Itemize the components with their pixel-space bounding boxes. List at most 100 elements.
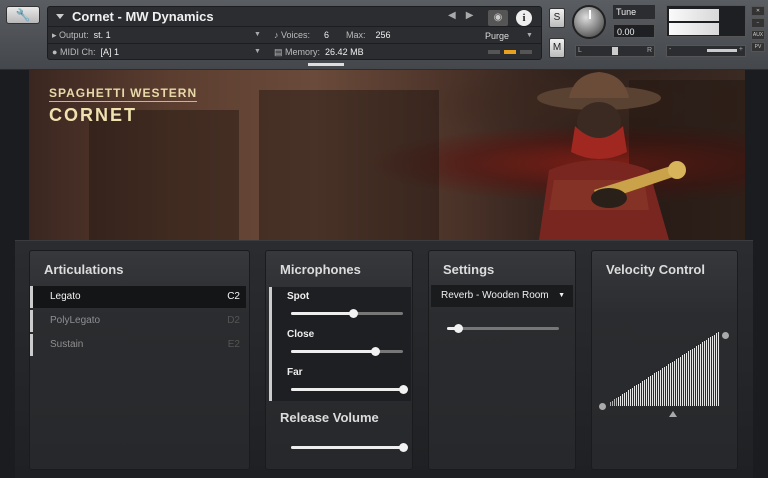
mute-button[interactable]: M [549,38,565,58]
output-value: st. 1 [93,30,111,40]
velocity-bar [612,401,613,406]
velocity-bar [618,397,619,406]
slider-thumb[interactable] [349,309,358,318]
slider-thumb[interactable] [399,443,408,452]
close-level-slider[interactable] [291,347,403,356]
velocity-bar [644,380,645,406]
velocity-bar-bg [618,336,619,406]
mic-label: Close [287,329,315,340]
memory-label: Memory: [285,47,321,57]
max-label: Max: [346,30,366,40]
vol-plus-label: + [738,46,743,53]
velocity-bar [652,375,653,406]
pv-tab[interactable]: PV [751,42,765,52]
velocity-bar-bg [614,336,615,406]
velocity-bar [662,368,663,406]
output-dropdown-arrow[interactable]: ▼ [254,31,261,38]
mic-row-edge [269,287,272,325]
velocity-bar-bg [616,336,617,406]
close-tab[interactable]: ✕ [751,6,765,16]
wrench-icon[interactable]: 🔧 [6,6,40,24]
articulation-item-polylegato[interactable]: PolyLegato D2 [30,310,246,332]
velocity-bar-bg [612,336,613,406]
velocity-midpoint-handle[interactable] [669,411,677,417]
purge-meter-3 [520,50,532,54]
velocity-bar [676,359,677,406]
articulation-item-legato[interactable]: Legato C2 [30,286,246,308]
pan-center-thumb[interactable] [612,47,618,55]
tune-value[interactable]: 0.00 [613,24,655,38]
cowboy-illustration [537,72,686,240]
velocity-bar [626,392,627,406]
velocity-bar [640,383,641,406]
camera-icon[interactable]: ◉ [488,10,508,26]
velocity-start-handle[interactable] [599,403,606,410]
velocity-title: Velocity Control [606,262,705,277]
articulation-label: Legato [50,291,81,302]
mic-row-spot: Spot [269,287,411,325]
velocity-bar [716,333,717,406]
spot-level-slider[interactable] [291,309,403,318]
slider-thumb[interactable] [371,347,380,356]
collapse-icon[interactable] [56,14,64,19]
velocity-bar [692,349,693,406]
tune-knob[interactable] [572,5,606,39]
slider-fill [291,350,375,353]
velocity-bar [648,377,649,406]
velocity-bar [714,335,715,406]
info-icon[interactable]: i [516,10,532,26]
velocity-bar [656,372,657,406]
max-value: 256 [375,30,391,40]
output-field[interactable]: ▸ Output: st. 1 [52,30,111,41]
solo-button[interactable]: S [549,8,565,28]
prev-next-arrows[interactable]: ◀▶ [448,10,483,21]
far-level-slider[interactable] [291,385,408,394]
slider-thumb[interactable] [399,385,408,394]
velocity-bar [702,342,703,406]
side-tabs: ✕ − AUX PV [751,6,765,54]
header-resize-handle[interactable] [308,63,344,66]
instrument-title[interactable]: Cornet - MW Dynamics [72,9,214,24]
articulation-item-sustain[interactable]: Sustain E2 [30,334,246,356]
reverb-value: Reverb - Wooden Room [441,290,549,301]
velocity-end-handle[interactable] [722,332,729,339]
aux-tab[interactable]: AUX [751,30,765,40]
reverb-amount-slider[interactable] [447,324,559,333]
velocity-bar [634,386,635,406]
slider-fill [291,446,403,449]
velocity-bar-bg [610,336,611,406]
max-voices-field[interactable]: Max: 256 [346,30,391,40]
collapse-tab[interactable]: − [751,18,765,28]
velocity-bar [678,358,679,406]
mic-row-edge [269,363,272,401]
velocity-bar [610,402,611,406]
volume-thumb[interactable] [707,49,737,52]
meter-right-bar [669,23,719,35]
mic-label: Far [287,367,303,378]
midi-dropdown-arrow[interactable]: ▼ [254,48,261,55]
midi-channel-field[interactable]: ● MIDI Ch: [A] 1 [52,47,119,57]
velocity-bar [630,389,631,406]
velocity-bar [688,351,689,406]
slider-fill [291,312,353,315]
velocity-curve-graph[interactable] [610,332,720,406]
velocity-bar [638,384,639,406]
reverb-dropdown[interactable]: Reverb - Wooden Room ▼ [431,285,573,307]
articulation-edge [30,334,33,356]
purge-dropdown-arrow[interactable]: ▼ [526,32,533,39]
purge-button[interactable]: Purge [485,31,509,41]
voices-label: Voices: [281,30,311,40]
memory-icon: ▤ [274,47,283,57]
volume-meter [666,5,746,37]
pan-slider[interactable]: L R [575,45,655,57]
purge-meter-1 [488,50,500,54]
articulations-panel: Articulations Legato C2 PolyLegato D2 Su… [29,250,250,470]
memory-field: ▤ Memory: 26.42 MB [274,47,364,58]
mic-row-close: Close [269,325,411,363]
meter-left-bar [669,9,719,21]
release-volume-slider[interactable] [291,443,408,452]
slider-thumb[interactable] [454,324,463,333]
volume-slider[interactable]: - + [666,45,746,57]
velocity-bar [712,336,713,406]
velocity-bar [660,370,661,406]
